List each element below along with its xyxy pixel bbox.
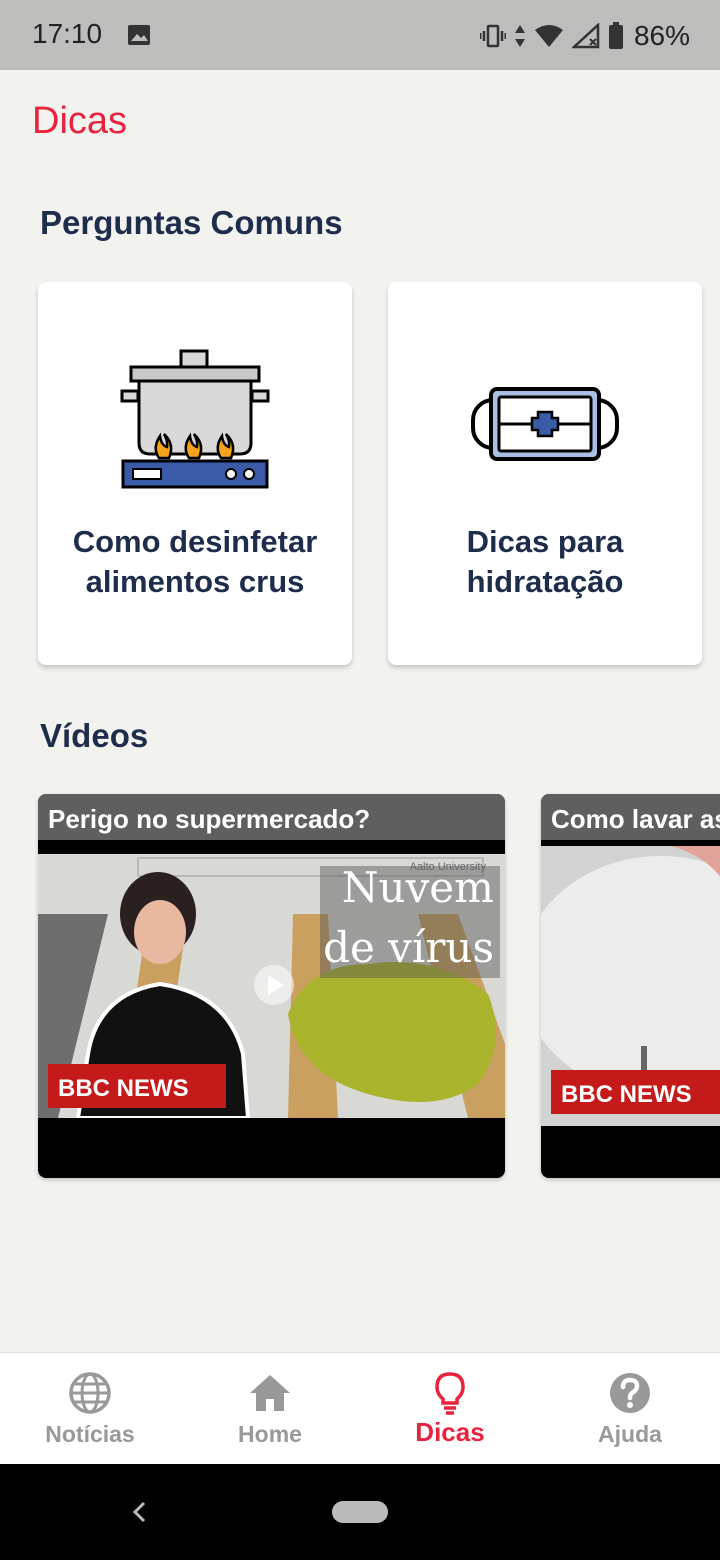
nav-label: Home bbox=[238, 1421, 302, 1447]
nav-item-noticias[interactable]: Notícias bbox=[0, 1353, 180, 1465]
videos-section-title: Vídeos bbox=[40, 717, 149, 754]
battery-percent: 86% bbox=[633, 20, 690, 51]
first-aid-kit-icon bbox=[471, 387, 619, 461]
vibrate-icon bbox=[479, 24, 506, 48]
video-card-handwashing[interactable]: Como lavar as BBC NEWS bbox=[541, 794, 720, 1178]
video-title: Perigo no supermercado? bbox=[38, 794, 505, 840]
video-title: Como lavar as bbox=[541, 794, 720, 840]
video-card-supermarket[interactable]: Perigo no supermercado? Nuvem de vírus A… bbox=[38, 794, 505, 1178]
video-thumbnail: Nuvem de vírus Aalto University BBC NEWS bbox=[38, 854, 505, 1118]
signal-icon bbox=[571, 23, 600, 49]
video-source-label: Aalto University bbox=[410, 861, 487, 873]
nav-label: Ajuda bbox=[598, 1421, 662, 1447]
system-nav-bar bbox=[0, 1464, 720, 1560]
nav-label: Notícias bbox=[45, 1421, 135, 1447]
wifi-icon bbox=[534, 25, 563, 47]
lightbulb-icon bbox=[435, 1372, 465, 1415]
video-overlay-line2: de vírus bbox=[323, 923, 494, 972]
image-notification-icon bbox=[128, 25, 150, 45]
status-bar: 17:10 86% bbox=[0, 0, 720, 70]
bbc-news-badge: BBC NEWS bbox=[58, 1075, 189, 1102]
faq-card-hydration[interactable]: Dicas para hidratação bbox=[388, 282, 702, 665]
status-time: 17:10 bbox=[32, 18, 103, 49]
status-indicators: 86% bbox=[479, 16, 690, 56]
help-icon bbox=[610, 1373, 650, 1413]
faq-card-disinfect[interactable]: Como desinfetar alimentos crus bbox=[38, 282, 352, 665]
page-title: Dicas bbox=[32, 100, 128, 142]
home-pill[interactable] bbox=[332, 1501, 388, 1523]
faq-label-disinfect: Como desinfetar alimentos crus bbox=[72, 524, 318, 599]
nav-item-dicas[interactable]: Dicas bbox=[360, 1353, 540, 1465]
nav-item-home[interactable]: Home bbox=[180, 1353, 360, 1465]
back-icon[interactable] bbox=[130, 1500, 148, 1524]
nav-label: Dicas bbox=[415, 1417, 485, 1447]
nav-item-ajuda[interactable]: Ajuda bbox=[540, 1353, 720, 1465]
data-arrows-icon bbox=[514, 25, 525, 47]
bbc-news-badge: BBC NEWS bbox=[561, 1081, 692, 1108]
bottom-nav: Notícias Home Dicas Ajuda bbox=[0, 1352, 720, 1465]
battery-icon bbox=[608, 22, 623, 49]
home-icon bbox=[250, 1375, 290, 1411]
globe-icon bbox=[69, 1372, 111, 1414]
faq-section-title: Perguntas Comuns bbox=[40, 204, 343, 241]
faq-label-hydration: Dicas para hidratação bbox=[466, 524, 624, 599]
video-thumbnail: BBC NEWS bbox=[541, 846, 720, 1126]
cooking-pot-icon bbox=[120, 349, 270, 489]
